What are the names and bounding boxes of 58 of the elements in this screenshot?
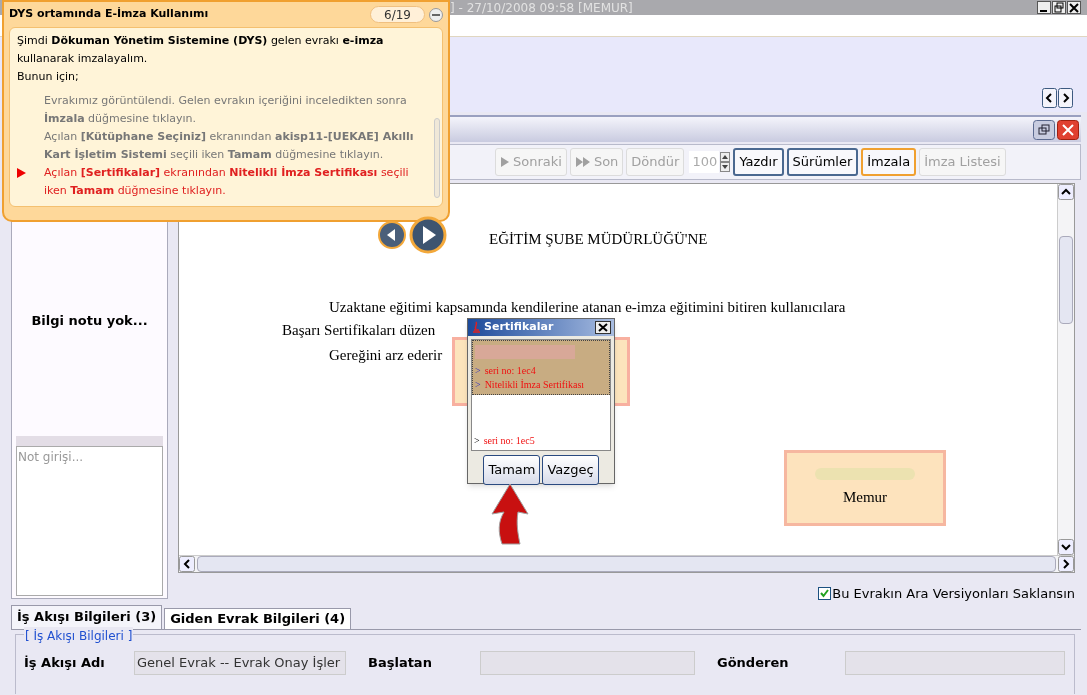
- vertical-scrollbar[interactable]: [1057, 184, 1074, 555]
- intro-text: Bunun için;: [17, 69, 80, 85]
- field-value: Genel Evrak -- Evrak Onay İşler: [134, 650, 346, 675]
- scroll-down-icon[interactable]: [1058, 539, 1074, 555]
- pointer-arrow-icon: [488, 482, 532, 546]
- restore-icon[interactable]: [1033, 119, 1055, 140]
- popup-scrollbar[interactable]: [434, 118, 440, 198]
- chevron-left-icon[interactable]: [1042, 88, 1057, 108]
- info-message: Bilgi notu yok...: [31, 311, 148, 330]
- signature-title: Memur: [842, 487, 888, 507]
- minimize-icon[interactable]: [1037, 1, 1051, 14]
- window-title: ] - 27/10/2008 09:58 [MEMUR]: [450, 1, 633, 14]
- spinner-arrows-icon[interactable]: [720, 152, 731, 172]
- coffee-cup-icon: [471, 320, 481, 334]
- dialog-button[interactable]: Vazgeç: [542, 454, 599, 485]
- chevron-right-icon[interactable]: [1058, 88, 1073, 108]
- tab[interactable]: İş Akışı Bilgileri (3): [11, 604, 163, 629]
- certificate-item[interactable]: > seri no: 1ec4 > Nitelikli İmza Sertifikası: [472, 339, 610, 395]
- field-label: Başlatan: [368, 653, 433, 672]
- item-marker: >: [475, 363, 481, 378]
- current-step-icon: [17, 168, 26, 178]
- scroll-left-icon[interactable]: [179, 556, 195, 572]
- item-marker: >: [475, 377, 481, 392]
- field-label: İş Akışı Adı: [24, 653, 106, 672]
- fast-forward-icon: [574, 156, 591, 168]
- certificate-text: seri no: 1ec4: [484, 363, 536, 378]
- dialog-title: Sertifikalar: [484, 319, 555, 335]
- tab[interactable]: Giden Evrak Bilgileri (4): [164, 607, 352, 629]
- close-icon[interactable]: [595, 320, 611, 334]
- tutorial-title: DYS ortamında E-İmza Kullanımı: [9, 6, 209, 23]
- document-text: Uzaktane eğitimi kapsamında kendilerine atanan e-imza eğitimini bitiren kullanıcılara: [329, 298, 846, 317]
- keep-versions-checkbox[interactable]: Bu Evrakın Ara Versiyonları Saklansın: [818, 584, 1075, 604]
- document-text: Gereğini arz ederir: [329, 346, 443, 365]
- scroll-right-icon[interactable]: [1058, 556, 1074, 572]
- toolbar-button[interactable]: Yazdır: [733, 148, 784, 176]
- document-text: Başarı Sertifikaları düzen: [282, 321, 436, 340]
- scroll-thumb[interactable]: [1059, 235, 1073, 324]
- close-icon[interactable]: [1067, 1, 1081, 14]
- document-heading: EĞİTİM ŞUBE MÜDÜRLÜĞÜ'NE: [489, 230, 708, 249]
- intro-text: Şimdi Dökuman Yönetim Sistemine (DYS) gelen evrakı e-imza kullanarak imzalayalım.: [17, 33, 385, 67]
- field-label: Gönderen: [717, 653, 790, 672]
- certificate-text: seri no: 1ec5: [483, 433, 535, 448]
- checkbox-icon[interactable]: [818, 587, 832, 601]
- scroll-up-icon[interactable]: [1058, 184, 1074, 200]
- certificate-text: Nitelikli İmza Sertifikası: [484, 377, 585, 392]
- play-icon: [500, 156, 510, 168]
- step-counter: 6/19: [370, 6, 425, 23]
- close-icon[interactable]: [1057, 119, 1079, 140]
- dialog-button[interactable]: Tamam: [483, 454, 541, 485]
- next-button[interactable]: [409, 216, 447, 254]
- restore-icon[interactable]: [1052, 1, 1066, 14]
- toolbar-button[interactable]: İmzala: [861, 148, 917, 176]
- note-field[interactable]: Not girişi...: [16, 446, 163, 596]
- step-text: Açılan [Kütüphane Seçiniz] ekranından akisp11-[UEKAE] Akıllı Kart İşletim Sistemi seçili iken Tamam düğmesine tıklayın.: [44, 129, 415, 163]
- step-text: Evrakımız görüntülendi. Gelen evrakın içeriğini inceledikten sonra İmzala düğmesine tıklayın.: [44, 93, 408, 127]
- toolbar-button[interactable]: Sürümler: [786, 148, 859, 176]
- item-marker: >: [474, 433, 480, 448]
- step-text: Açılan [Sertifikalar] ekranından Nitelikli İmza Sertifikası seçili iken Tamam düğmesine tıklayın.: [44, 165, 410, 199]
